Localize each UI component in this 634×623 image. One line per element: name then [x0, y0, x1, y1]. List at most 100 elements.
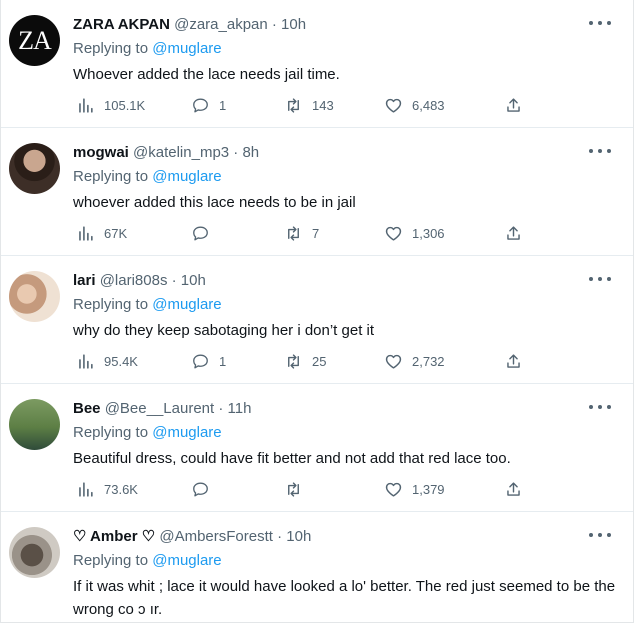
replying-to: Replying to @muglare [73, 551, 222, 571]
tweet-header: mogwai @katelin_mp3 · 8h [73, 143, 259, 163]
share-button[interactable] [504, 351, 532, 371]
like-button[interactable]: 2,732 [384, 351, 445, 371]
retweet-icon [288, 225, 299, 241]
avatar[interactable] [9, 399, 60, 450]
tweet[interactable]: lari @lari808s · 10h Replying to @muglar… [1, 256, 633, 384]
handle-and-time: @zara_akpan · 10h [174, 16, 307, 33]
retweet-button[interactable]: 143 [284, 95, 334, 115]
more-options-icon[interactable] [589, 400, 611, 414]
retweet-count: 25 [312, 353, 327, 369]
heart-icon [385, 354, 402, 369]
views-count: 73.6K [104, 481, 138, 497]
analytics-icon [79, 353, 93, 369]
replying-label: Replying to [73, 424, 153, 441]
replying-to: Replying to @muglare [73, 39, 222, 59]
heart-icon [385, 98, 402, 113]
tweet-text: why do they keep sabotaging her i don’t … [73, 322, 375, 339]
display-name[interactable]: lari [73, 272, 96, 289]
more-options-icon[interactable] [589, 144, 611, 158]
retweet-count: 143 [312, 97, 334, 113]
retweet-count: 7 [312, 225, 320, 241]
retweet-button[interactable]: 25 [284, 351, 326, 371]
display-name[interactable]: Bee [73, 400, 101, 417]
more-options-icon[interactable] [589, 528, 611, 542]
replying-label: Replying to [73, 296, 153, 313]
reply-button[interactable] [191, 479, 219, 499]
like-count: 6,483 [412, 97, 445, 113]
avatar[interactable] [9, 271, 60, 322]
replying-to-link[interactable]: @muglare [152, 552, 221, 569]
retweet-button[interactable] [284, 479, 312, 499]
replying-to: Replying to @muglare [73, 167, 222, 187]
analytics-icon [79, 97, 93, 113]
reply-icon [193, 481, 208, 497]
replying-to-link[interactable]: @muglare [152, 40, 221, 57]
like-button[interactable]: 6,483 [384, 95, 445, 115]
tweet-text: Whoever added the lace needs jail time. [73, 66, 340, 83]
reply-button[interactable]: 1 [191, 351, 226, 371]
tweet-header: ZARA AKPAN @zara_akpan · 10h [73, 15, 306, 35]
display-name[interactable]: ZARA AKPAN [73, 16, 170, 33]
views-count: 95.4K [104, 353, 138, 369]
reply-button[interactable] [191, 223, 219, 243]
tweet[interactable]: ♡ Amber ♡ @AmbersForestt · 10h Replying … [1, 512, 633, 622]
display-name[interactable]: mogwai [73, 144, 129, 161]
reply-icon [193, 225, 208, 241]
share-icon [507, 97, 520, 112]
reply-feed: ZA ZARA AKPAN @zara_akpan · 10h Replying… [0, 0, 634, 623]
more-options-icon[interactable] [589, 16, 611, 30]
tweet-header: ♡ Amber ♡ @AmbersForestt · 10h [73, 527, 311, 547]
replying-to-link[interactable]: @muglare [152, 168, 221, 185]
tweet[interactable]: ZA ZARA AKPAN @zara_akpan · 10h Replying… [1, 0, 633, 128]
retweet-icon [288, 97, 299, 113]
reply-button[interactable]: 1 [191, 95, 226, 115]
retweet-icon [288, 353, 299, 369]
analytics-icon [79, 481, 93, 497]
avatar[interactable]: ZA [9, 15, 60, 66]
like-count: 1,306 [412, 225, 445, 241]
retweet-icon [288, 481, 299, 497]
reply-count: 1 [219, 97, 227, 113]
handle-and-time: @Bee__Laurent · 11h [104, 400, 252, 417]
avatar[interactable] [9, 527, 60, 578]
like-button[interactable]: 1,306 [384, 223, 445, 243]
tweet-text: Beautiful dress, could have fit better a… [73, 450, 511, 467]
views-button[interactable]: 105.1K [76, 95, 145, 115]
tweet-text: If it was whit ; lace it would have look… [73, 578, 616, 618]
replying-to: Replying to @muglare [73, 295, 222, 315]
handle-and-time: @AmbersForestt · 10h [159, 528, 312, 545]
share-icon [507, 225, 520, 240]
like-count: 1,379 [412, 481, 445, 497]
tweet[interactable]: Bee @Bee__Laurent · 11h Replying to @mug… [1, 384, 633, 512]
views-button[interactable]: 73.6K [76, 479, 138, 499]
views-count: 67K [104, 225, 128, 241]
tweet[interactable]: mogwai @katelin_mp3 · 8h Replying to @mu… [1, 128, 633, 256]
replying-to-link[interactable]: @muglare [152, 296, 221, 313]
share-button[interactable] [504, 223, 532, 243]
replying-to: Replying to @muglare [73, 423, 222, 443]
reply-icon [193, 353, 208, 369]
avatar[interactable] [9, 143, 60, 194]
share-button[interactable] [504, 479, 532, 499]
share-icon [507, 353, 520, 368]
handle-and-time: @katelin_mp3 · 8h [133, 144, 260, 161]
analytics-icon [79, 225, 93, 241]
tweet-header: Bee @Bee__Laurent · 11h [73, 399, 251, 419]
like-button[interactable]: 1,379 [384, 479, 445, 499]
more-options-icon[interactable] [589, 272, 611, 286]
views-count: 105.1K [104, 97, 146, 113]
retweet-button[interactable]: 7 [284, 223, 319, 243]
display-name[interactable]: ♡ Amber ♡ [73, 528, 155, 545]
replying-label: Replying to [73, 552, 153, 569]
share-button[interactable] [504, 95, 532, 115]
share-icon [507, 481, 520, 496]
tweet-header: lari @lari808s · 10h [73, 271, 206, 291]
replying-to-link[interactable]: @muglare [152, 424, 221, 441]
handle-and-time: @lari808s · 10h [99, 272, 206, 289]
reply-icon [193, 97, 208, 113]
replying-label: Replying to [73, 168, 153, 185]
replying-label: Replying to [73, 40, 153, 57]
views-button[interactable]: 95.4K [76, 351, 138, 371]
views-button[interactable]: 67K [76, 223, 127, 243]
like-count: 2,732 [412, 353, 445, 369]
